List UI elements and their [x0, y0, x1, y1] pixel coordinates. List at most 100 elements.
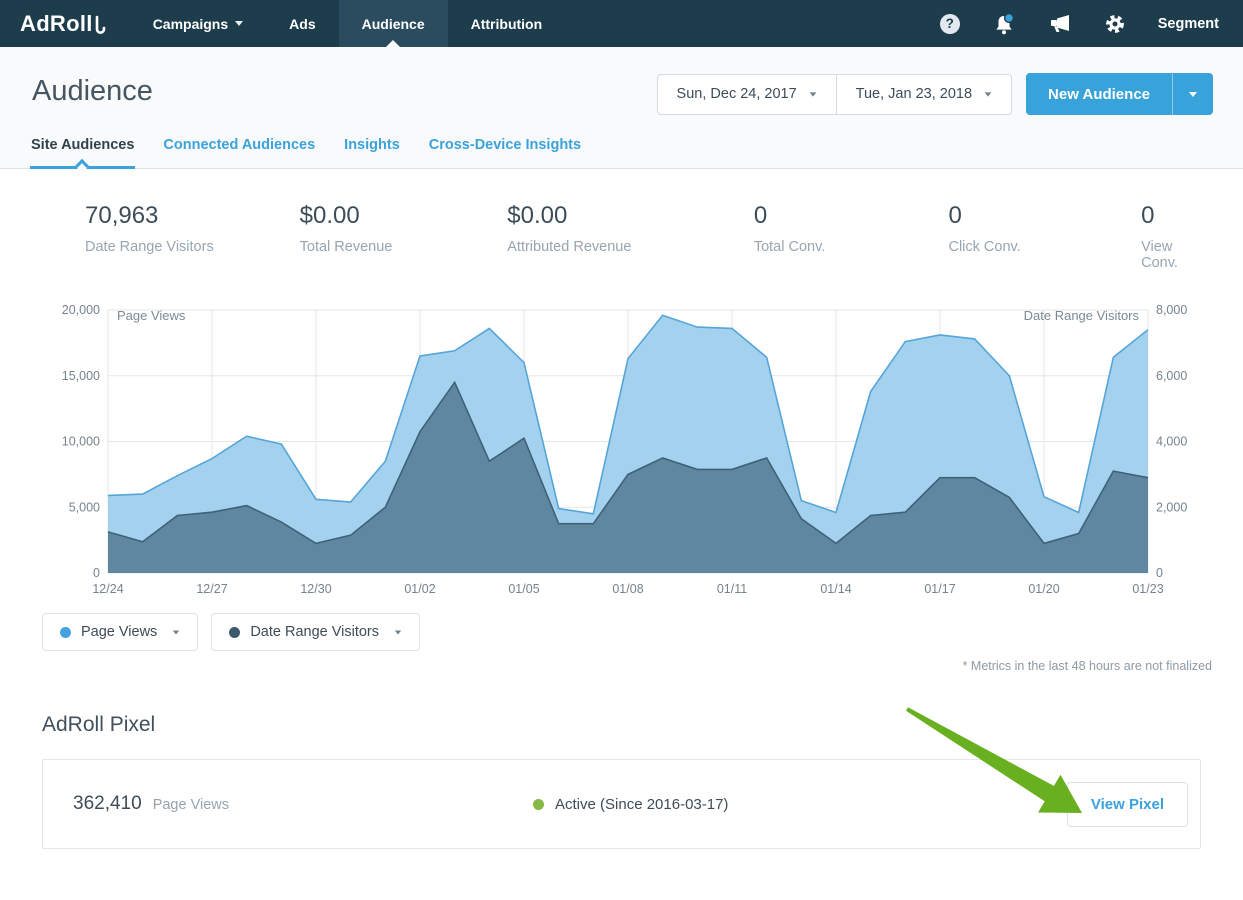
adroll-logo[interactable]: AdRoll: [0, 0, 130, 47]
stat-value: $0.00: [507, 202, 754, 230]
top-nav: AdRoll Campaigns Ads Audience Attributio…: [0, 0, 1243, 47]
chart-legend: Page Views Date Range Visitors: [42, 613, 1243, 651]
svg-text:10,000: 10,000: [62, 435, 100, 449]
new-audience-split-button: New Audience: [1026, 73, 1213, 115]
pixel-status-text: Active (Since 2016-03-17): [555, 796, 728, 813]
stat-label: Attributed Revenue: [507, 239, 754, 255]
nav-item-audience[interactable]: Audience: [339, 0, 448, 47]
settings-gear-icon[interactable]: [1105, 14, 1125, 34]
active-status-dot: [533, 799, 544, 810]
svg-text:12/27: 12/27: [196, 582, 227, 596]
chevron-down-icon: [985, 92, 992, 96]
stat-label: Click Conv.: [948, 239, 1141, 255]
summary-stats: 70,963 Date Range Visitors $0.00 Total R…: [0, 169, 1243, 271]
account-segment-link[interactable]: Segment: [1158, 16, 1219, 32]
nav-item-campaigns[interactable]: Campaigns: [130, 0, 266, 47]
notifications-bell-icon[interactable]: [993, 12, 1015, 36]
nav-item-ads[interactable]: Ads: [266, 0, 338, 47]
svg-text:01/14: 01/14: [820, 582, 851, 596]
legend-label: Page Views: [81, 624, 157, 640]
new-audience-menu-button[interactable]: [1172, 73, 1213, 115]
help-glyph: ?: [946, 16, 954, 31]
nav-right-icons: ? Segment: [940, 0, 1243, 47]
view-pixel-button[interactable]: View Pixel: [1067, 782, 1188, 827]
stat-label: Total Revenue: [300, 239, 508, 255]
tab-site-audiences[interactable]: Site Audiences: [30, 137, 135, 168]
adroll-pixel-card: 362,410 Page Views Active (Since 2016-03…: [42, 759, 1201, 849]
svg-text:01/11: 01/11: [717, 582, 747, 596]
chevron-down-icon: [1189, 92, 1197, 97]
stat-label: Total Conv.: [754, 239, 949, 255]
svg-text:2,000: 2,000: [1156, 500, 1187, 514]
page-title: Audience: [32, 75, 153, 108]
page-header: Audience Sun, Dec 24, 2017 Tue, Jan 23, …: [0, 47, 1243, 169]
new-audience-button[interactable]: New Audience: [1026, 73, 1172, 115]
stat-attributed-revenue: $0.00 Attributed Revenue: [507, 202, 754, 271]
svg-text:5,000: 5,000: [69, 500, 100, 514]
date-range-picker: Sun, Dec 24, 2017 Tue, Jan 23, 2018: [657, 74, 1012, 115]
nav-item-label: Campaigns: [153, 16, 228, 32]
traffic-chart-section: 005,0002,00010,0004,00015,0006,00020,000…: [0, 295, 1243, 597]
stat-value: $0.00: [300, 202, 508, 230]
chevron-down-icon: [235, 21, 243, 26]
svg-text:01/05: 01/05: [508, 582, 539, 596]
notification-badge: [1004, 13, 1013, 22]
svg-text:0: 0: [1156, 566, 1163, 580]
stat-value: 0: [948, 202, 1141, 230]
tab-connected-audiences[interactable]: Connected Audiences: [162, 137, 316, 168]
legend-date-range-visitors-dropdown[interactable]: Date Range Visitors: [211, 613, 420, 651]
svg-text:15,000: 15,000: [62, 369, 100, 383]
svg-text:01/23: 01/23: [1132, 582, 1163, 596]
svg-text:01/02: 01/02: [404, 582, 435, 596]
nav-item-label: Attribution: [471, 16, 543, 32]
visitors-series-dot: [229, 627, 240, 638]
stat-label: Date Range Visitors: [85, 239, 300, 255]
svg-text:01/17: 01/17: [924, 582, 955, 596]
svg-text:6,000: 6,000: [1156, 369, 1187, 383]
announcements-megaphone-icon[interactable]: [1048, 14, 1072, 34]
chevron-down-icon: [809, 92, 816, 96]
adroll-logo-text: AdRoll: [20, 11, 93, 37]
stat-total-conv: 0 Total Conv.: [754, 202, 949, 271]
metrics-disclaimer: * Metrics in the last 48 hours are not f…: [0, 659, 1212, 673]
svg-text:Date Range Visitors: Date Range Visitors: [1024, 308, 1140, 323]
svg-text:12/24: 12/24: [92, 582, 123, 596]
svg-text:4,000: 4,000: [1156, 435, 1187, 449]
audience-tabs: Site Audiences Connected Audiences Insig…: [30, 137, 1213, 168]
legend-label: Date Range Visitors: [250, 624, 379, 640]
stat-total-revenue: $0.00 Total Revenue: [300, 202, 508, 271]
nav-item-label: Ads: [289, 16, 315, 32]
end-date-dropdown[interactable]: Tue, Jan 23, 2018: [836, 75, 1011, 114]
svg-text:01/08: 01/08: [612, 582, 643, 596]
help-icon[interactable]: ?: [940, 14, 960, 34]
traffic-area-chart: 005,0002,00010,0004,00015,0006,00020,000…: [40, 295, 1220, 597]
svg-text:8,000: 8,000: [1156, 303, 1187, 317]
nav-item-label: Audience: [362, 16, 425, 32]
pixel-page-views-value: 362,410: [73, 793, 142, 815]
pixel-page-views-label: Page Views: [153, 797, 229, 813]
svg-text:Page Views: Page Views: [117, 308, 186, 323]
stat-click-conv: 0 Click Conv.: [948, 202, 1141, 271]
pixel-status: Active (Since 2016-03-17): [533, 796, 728, 813]
nav-item-attribution[interactable]: Attribution: [448, 0, 566, 47]
stat-view-conv: 0 View Conv.: [1141, 202, 1213, 271]
start-date-dropdown[interactable]: Sun, Dec 24, 2017: [658, 75, 836, 114]
stat-value: 70,963: [85, 202, 300, 230]
page-views-series-dot: [60, 627, 71, 638]
tab-insights[interactable]: Insights: [343, 137, 401, 168]
chevron-down-icon: [395, 630, 401, 634]
stat-date-range-visitors: 70,963 Date Range Visitors: [85, 202, 300, 271]
svg-text:20,000: 20,000: [62, 303, 100, 317]
adroll-pixel-heading: AdRoll Pixel: [42, 713, 1243, 737]
start-date-value: Sun, Dec 24, 2017: [677, 86, 797, 102]
legend-page-views-dropdown[interactable]: Page Views: [42, 613, 198, 651]
stat-value: 0: [754, 202, 949, 230]
chevron-down-icon: [173, 630, 179, 634]
stat-label: View Conv.: [1141, 239, 1213, 271]
stat-value: 0: [1141, 202, 1213, 230]
svg-text:01/20: 01/20: [1028, 582, 1059, 596]
end-date-value: Tue, Jan 23, 2018: [856, 86, 972, 102]
adroll-logo-curl-icon: [94, 13, 106, 37]
tab-cross-device-insights[interactable]: Cross-Device Insights: [428, 137, 582, 168]
pixel-page-views: 362,410 Page Views: [73, 793, 533, 815]
